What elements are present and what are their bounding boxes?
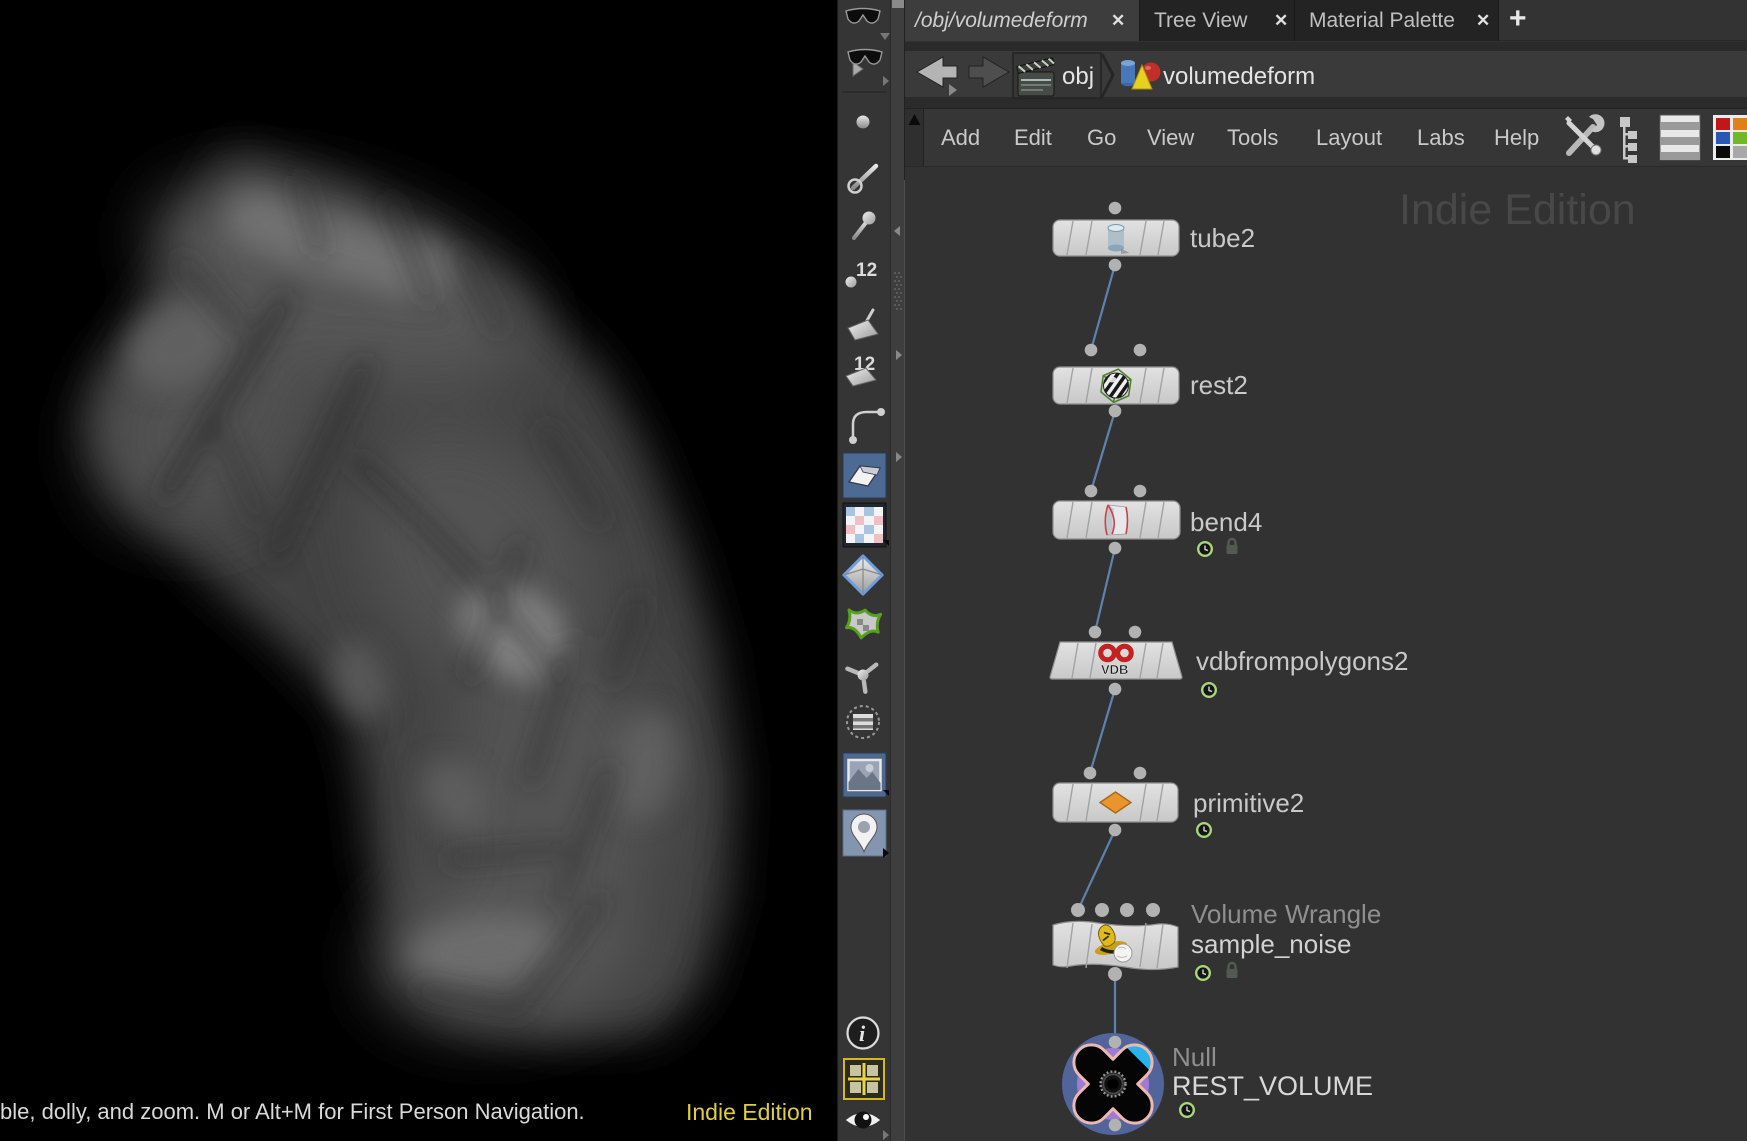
svg-text:Volume Wrangle: Volume Wrangle xyxy=(1191,899,1381,929)
svg-text:Null: Null xyxy=(1172,1042,1217,1072)
svg-text:bend4: bend4 xyxy=(1190,507,1262,537)
svg-text:obj: obj xyxy=(1062,63,1094,90)
svg-text:vdbfrompolygons2: vdbfrompolygons2 xyxy=(1196,646,1408,676)
svg-text:volumedeform: volumedeform xyxy=(1163,63,1315,90)
svg-text:tube2: tube2 xyxy=(1190,223,1255,253)
svg-text:i: i xyxy=(859,1021,866,1046)
svg-text:12: 12 xyxy=(856,260,877,281)
svg-text:sample_noise: sample_noise xyxy=(1191,929,1351,959)
svg-text:rest2: rest2 xyxy=(1190,370,1248,400)
svg-text:REST_VOLUME: REST_VOLUME xyxy=(1172,1071,1373,1101)
svg-text:primitive2: primitive2 xyxy=(1193,788,1304,818)
svg-text:VDB: VDB xyxy=(1101,662,1128,677)
